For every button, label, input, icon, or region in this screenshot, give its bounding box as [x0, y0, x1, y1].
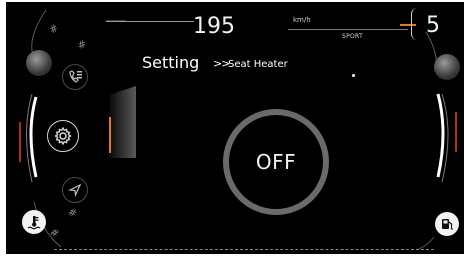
left-panel-accent: [109, 117, 111, 153]
speed-underline: [106, 21, 194, 22]
navigation-button[interactable]: [62, 177, 88, 203]
gear-value: 5: [426, 13, 440, 38]
speed-unit: km/h: [293, 16, 311, 24]
coolant-temp-indicator: [22, 210, 46, 234]
settings-button[interactable]: [47, 120, 79, 152]
navigation-icon: [68, 183, 82, 197]
coolant-temp-icon: [27, 216, 41, 230]
music-phone-icon: [69, 70, 82, 83]
fuel-indicator: [435, 212, 459, 236]
fuel-pump-icon: [442, 219, 454, 230]
right-upper-knob[interactable]: [434, 54, 460, 80]
left-side-panel: [110, 86, 136, 158]
media-phone-button[interactable]: [62, 64, 88, 90]
breadcrumb-separator: >>: [213, 57, 230, 70]
instrument-cluster: 195 km/h SPORT 5 Setting >> Seat Heater …: [6, 2, 464, 254]
bottom-divider: [54, 249, 434, 250]
page-title: Setting: [142, 53, 200, 72]
drive-mode-label: SPORT: [342, 33, 364, 40]
speed-value: 195: [193, 14, 235, 39]
breadcrumb-current: Seat Heater: [228, 59, 288, 70]
mode-divider: [288, 29, 408, 30]
left-upper-knob[interactable]: [26, 50, 52, 76]
indicator-dot: [352, 74, 355, 77]
seat-heater-toggle[interactable]: OFF: [219, 105, 333, 219]
seat-heater-status: OFF: [255, 150, 297, 174]
gear-icon: [54, 126, 72, 146]
